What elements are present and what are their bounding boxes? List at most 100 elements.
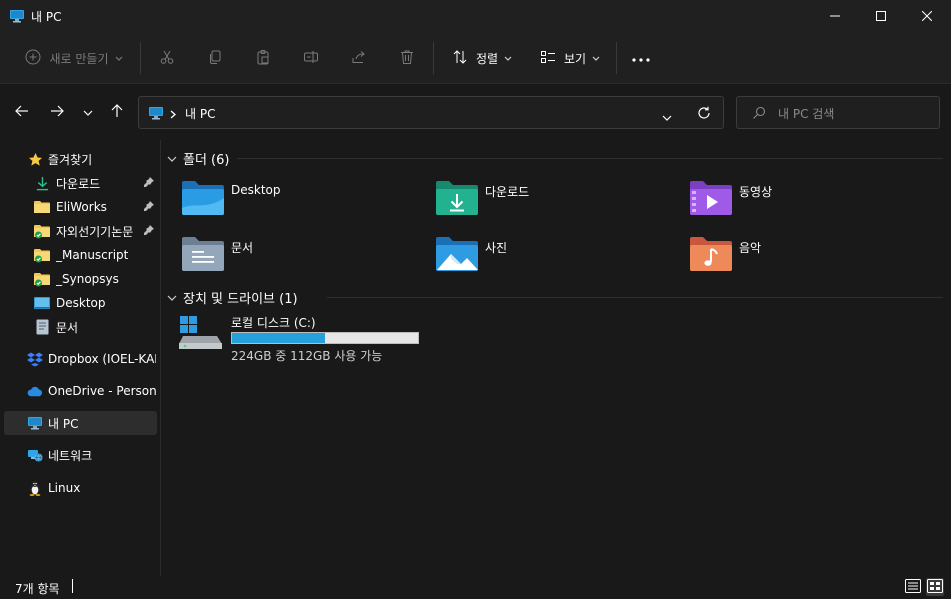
folder-downloads[interactable]: 다운로드 xyxy=(435,180,675,226)
pin-icon xyxy=(143,224,155,239)
sidebar-item-synopsys[interactable]: _Synopsys xyxy=(4,267,157,291)
maximize-button[interactable] xyxy=(858,0,904,32)
videos-folder-icon xyxy=(689,180,733,218)
plus-circle-icon xyxy=(25,49,41,68)
folder-label: Desktop xyxy=(231,183,281,197)
delete-button[interactable] xyxy=(394,42,420,74)
address-bar[interactable]: 내 PC xyxy=(138,96,724,129)
linux-penguin-icon xyxy=(27,480,43,496)
sidebar-item-label: 자외선기기논문 xyxy=(56,224,134,239)
close-button[interactable] xyxy=(904,0,950,32)
back-button[interactable] xyxy=(10,100,34,124)
sidebar-item-label: Desktop xyxy=(56,296,106,310)
desktop-icon xyxy=(34,295,50,311)
new-label: 새로 만들기 xyxy=(49,51,109,66)
new-button[interactable]: 새로 만들기 xyxy=(18,42,130,74)
address-history-chevron-icon[interactable] xyxy=(662,110,672,124)
drive-c[interactable]: 로컬 디스크 (C:) 224GB 중 112GB 사용 가능 xyxy=(179,314,439,364)
sidebar-item-label: Linux xyxy=(48,481,81,495)
sidebar-item-label: _Manuscript xyxy=(56,248,129,262)
paste-button[interactable] xyxy=(250,42,276,74)
search-icon xyxy=(752,106,766,123)
star-icon xyxy=(27,151,43,167)
chevron-down-icon xyxy=(167,290,177,304)
status-bar: 7개 항목 xyxy=(0,576,951,599)
sidebar-item-uv-papers[interactable]: 자외선기기논문 xyxy=(4,219,157,243)
view-list-icon xyxy=(540,49,556,68)
cut-button[interactable] xyxy=(154,42,180,74)
folder-label: 문서 xyxy=(231,241,254,255)
status-divider xyxy=(72,579,73,593)
pin-icon xyxy=(143,200,155,215)
recent-locations-button[interactable] xyxy=(76,100,100,124)
rename-button[interactable] xyxy=(298,42,324,74)
view-label: 보기 xyxy=(563,51,587,66)
network-icon xyxy=(27,447,43,463)
drive-usage-text: 224GB 중 112GB 사용 가능 xyxy=(231,349,383,363)
breadcrumb-this-pc[interactable]: 내 PC xyxy=(185,105,215,122)
music-folder-icon xyxy=(689,236,733,274)
this-pc-icon xyxy=(27,415,43,431)
toolbar-divider xyxy=(433,42,434,74)
details-view-button[interactable] xyxy=(904,578,922,596)
sidebar-item-label: OneDrive - Personal xyxy=(48,384,156,398)
chevron-down-icon xyxy=(167,151,177,165)
group-divider xyxy=(237,158,943,159)
sidebar-item-favorites[interactable]: 즐겨찾기 xyxy=(4,147,157,171)
folder-music[interactable]: 음악 xyxy=(689,236,929,282)
download-icon xyxy=(34,175,50,191)
search-box[interactable]: 내 PC 검색 xyxy=(736,96,940,129)
folder-label: 음악 xyxy=(739,241,762,255)
clipboard-icon xyxy=(255,49,271,68)
share-button[interactable] xyxy=(346,42,372,74)
folder-label: 다운로드 xyxy=(485,185,530,199)
sidebar-item-label: EliWorks xyxy=(56,200,107,214)
up-button[interactable] xyxy=(105,100,129,124)
chevron-down-icon xyxy=(83,105,93,119)
documents-folder-icon xyxy=(181,236,225,274)
folders-group-header[interactable]: 폴더 (6) xyxy=(167,148,229,168)
sidebar-item-downloads[interactable]: 다운로드 xyxy=(4,171,157,195)
sidebar-item-label: 즐겨찾기 xyxy=(48,152,93,167)
sidebar-item-onedrive[interactable]: OneDrive - Personal xyxy=(4,379,157,403)
scissors-icon xyxy=(159,49,175,68)
sidebar-item-label: 네트워크 xyxy=(48,448,93,463)
pin-icon xyxy=(143,176,155,191)
drive-label: 로컬 디스크 (C:) xyxy=(231,316,316,330)
sort-button[interactable]: 정렬 xyxy=(448,42,516,74)
folder-documents[interactable]: 문서 xyxy=(181,236,421,282)
folder-videos[interactable]: 동영상 xyxy=(689,180,929,226)
sidebar-item-network[interactable]: 네트워크 xyxy=(4,443,157,467)
sidebar-item-documents[interactable]: 문서 xyxy=(4,315,157,339)
more-options-button[interactable] xyxy=(628,42,654,74)
details-view-icon xyxy=(905,578,921,596)
sidebar-item-label: _Synopsys xyxy=(56,272,119,286)
drive-usage-fill xyxy=(232,333,325,343)
synced-folder-icon xyxy=(34,223,50,239)
drives-group-header[interactable]: 장치 및 드라이브 (1) xyxy=(167,287,298,307)
view-button[interactable]: 보기 xyxy=(536,42,604,74)
sidebar-item-manuscript[interactable]: _Manuscript xyxy=(4,243,157,267)
minimize-button[interactable] xyxy=(812,0,858,32)
search-placeholder: 내 PC 검색 xyxy=(778,107,835,121)
folder-pictures[interactable]: 사진 xyxy=(435,236,675,282)
toolbar-divider xyxy=(140,42,141,74)
refresh-icon[interactable] xyxy=(697,106,711,123)
forward-button[interactable] xyxy=(45,100,69,124)
sidebar-item-desktop[interactable]: Desktop xyxy=(4,291,157,315)
sidebar-item-linux[interactable]: Linux xyxy=(4,476,157,500)
tiles-view-button[interactable] xyxy=(926,578,944,596)
copy-icon xyxy=(207,49,223,68)
folder-desktop[interactable]: Desktop xyxy=(181,180,421,226)
sidebar-item-this-pc[interactable]: 내 PC xyxy=(4,411,157,435)
item-count: 7개 항목 xyxy=(15,582,60,596)
breadcrumb-chevron-icon[interactable] xyxy=(170,108,176,122)
chevron-down-icon xyxy=(115,51,123,65)
sidebar-item-eliworks[interactable]: EliWorks xyxy=(4,195,157,219)
synced-folder-icon xyxy=(34,271,50,287)
copy-button[interactable] xyxy=(202,42,228,74)
dropbox-icon xyxy=(27,351,43,367)
sidebar-item-dropbox[interactable]: Dropbox (IOEL-KAIST) xyxy=(4,347,157,371)
drive-usage-bar xyxy=(231,332,419,344)
tiles-view-icon xyxy=(927,578,943,596)
